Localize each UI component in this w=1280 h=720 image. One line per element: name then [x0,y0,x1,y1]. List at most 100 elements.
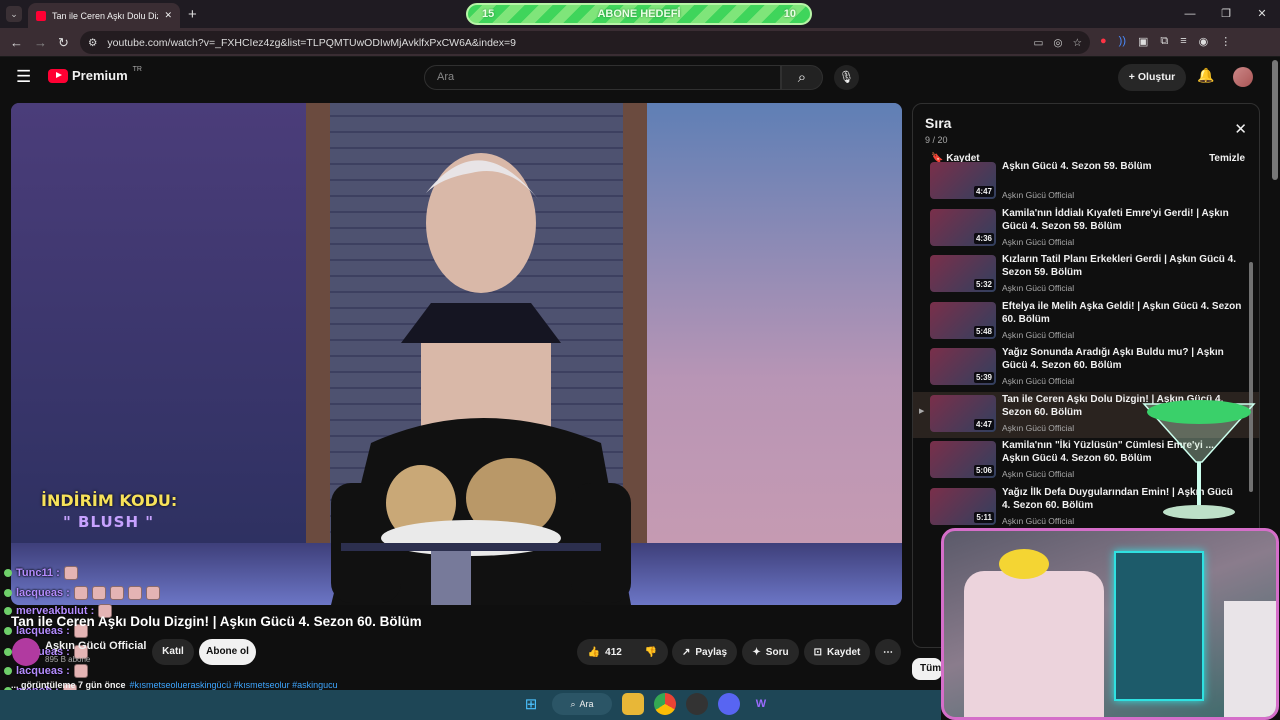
taskbar-search[interactable]: ⌕ Ara [552,693,612,715]
file-explorer-icon[interactable] [622,693,644,715]
like-icon[interactable]: 👍 [588,647,600,658]
playlist-thumbnail[interactable]: 5:06 [930,441,996,478]
region-code: TR [132,66,142,73]
discord-icon[interactable] [718,693,740,715]
more-actions-button[interactable]: ⋯ [875,639,901,665]
playlist-thumbnail[interactable]: 5:11 [930,487,996,525]
playlist-item[interactable]: 5:48 Eftelya ile Melih Aşka Geldi! | Aşkı… [913,299,1259,346]
share-button[interactable]: ↗ Paylaş [672,639,737,665]
playlist-item-channel: Aşkın Gücü Official [1002,515,1075,526]
bookmark-star-icon[interactable]: ☆ [1073,37,1082,49]
chat-emote-icon [145,586,160,600]
restore-icon[interactable]: ❐ [1208,0,1244,28]
join-button[interactable]: Katıl [152,639,194,665]
chat-badge-icon [4,589,12,597]
playlist-item[interactable]: 5:39 Yağız Sonunda Aradığı Aşkı Buldu mu?… [913,345,1259,392]
video-duration: 5:11 [974,511,994,523]
dislike-icon[interactable]: 👎 [645,647,657,658]
omnibox[interactable]: ⚙ youtube.com/watch?v=_FXHCIez4zg&list=T… [80,31,1090,54]
description-tags[interactable]: #kısmetseolueraskingücü #kısmetseolur #a… [130,680,338,690]
youtube-premium-logo[interactable]: Premium TR [48,66,142,83]
cast-icon[interactable]: ▭ [1033,37,1043,49]
browser-tab-bar: ⌄ Tan ile Ceren Aşkı Dolu Dizgin! | Aşkı… [0,0,1280,28]
notifications-bell-icon[interactable]: 🔔 [1197,67,1214,84]
chat-username: Tunc11 : [16,567,60,579]
playlist-item-title[interactable]: Kızların Tatil Planı Erkekleri Gerdi | A… [1002,253,1242,279]
playlist-thumbnail[interactable]: 5:48 [930,301,996,339]
save-icon: ⊡ [813,646,823,658]
forward-icon[interactable]: → [34,35,47,50]
close-playlist-icon[interactable]: ✕ [1234,120,1247,138]
now-playing-icon: ▶ [919,407,925,415]
profile-icon[interactable]: ◉ [1199,35,1209,48]
page-scrollbar[interactable] [1272,60,1278,180]
playlist-item[interactable]: 5:32 Kızların Tatil Planı Erkekleri Gerdi… [913,252,1259,299]
playlist-item-channel: Aşkın Gücü Official [1002,190,1075,200]
create-button[interactable]: + Oluştur [1118,64,1186,91]
search-input[interactable]: Ara [424,65,781,90]
chat-emote-icon [91,586,106,600]
promo-code-label: İNDİRİM KODU: [41,491,178,510]
account-avatar[interactable] [1233,67,1253,87]
plush-toy [999,549,1049,579]
reading-list-icon[interactable]: ≡ [1180,35,1186,48]
chip-all[interactable]: Tüm [912,658,942,680]
back-icon[interactable]: ← [10,35,23,50]
playlist-position: 9 / 20 [925,135,948,145]
minimize-icon[interactable]: — [1172,0,1208,28]
site-info-icon[interactable]: ⚙ [88,37,97,49]
new-tab-button[interactable]: + [188,6,197,23]
playlist-thumbnail[interactable]: 5:39 [930,348,996,385]
close-window-icon[interactable]: ✕ [1244,0,1280,28]
tab-search-button[interactable]: ⌄ [6,6,22,22]
subscribe-button[interactable]: Abone ol [199,639,256,665]
extensions-puzzle-icon[interactable]: ⧉ [1160,35,1168,48]
white-cabinet [1224,601,1276,717]
playlist-item-channel: Aşkın Gücü Official [1002,329,1075,340]
voice-search-button[interactable]: 🎙 [834,65,859,90]
playlist-item[interactable]: 4:36 Kamila'nın İddialı Kıyafeti Emre'yi … [913,206,1259,253]
gaming-chair [964,571,1104,717]
save-label: Kaydet [827,646,861,658]
browser-tab[interactable]: Tan ile Ceren Aşkı Dolu Dizgin! | Aşkın … [28,3,180,28]
hamburger-menu-icon[interactable]: ☰ [16,67,31,87]
subscriber-count: 895 B abone [45,655,91,664]
playlist-item-title[interactable]: Kamila'nın İddialı Kıyafeti Emre'yi Gerd… [1002,207,1242,233]
like-dislike-group[interactable]: 👍 412 👎 [577,639,668,665]
save-button[interactable]: ⊡ Kaydet [804,639,870,665]
extension-red-icon[interactable]: ● [1100,35,1107,48]
taskbar-icons: ⊞ ⌕ Ara W [520,693,772,715]
playlist-thumbnail[interactable]: 4:36 [930,208,996,246]
like-count: 412 [605,646,622,658]
chat-badge-icon [4,667,12,675]
windows-start-icon[interactable]: ⊞ [520,693,542,715]
ask-button[interactable]: ✦ Soru [742,639,799,665]
chat-username: lacqueas : [16,665,70,677]
channel-name[interactable]: Aşkın Gücü Official [45,640,146,652]
close-tab-icon[interactable]: ✕ [164,10,172,21]
extension-audio-icon[interactable]: )) [1119,35,1126,48]
chat-emote-icon [73,586,88,600]
playlist-item-title[interactable]: Yağız Sonunda Aradığı Aşkı Buldu mu? | A… [1002,346,1242,372]
playlist-thumbnail[interactable]: 5:32 [930,255,996,292]
playlist-thumbnail[interactable]: 4:47 [930,394,996,432]
search-button[interactable]: ⌕ [781,65,823,90]
reload-icon[interactable]: ↻ [58,35,69,51]
chat-emote-icon [109,586,124,600]
obs-icon[interactable] [686,693,708,715]
chat-emote-icon [127,586,142,600]
more-menu-icon[interactable]: ⋮ [1220,35,1231,48]
sparkle-icon: ✦ [752,646,761,658]
eye-off-icon[interactable]: ◎ [1053,37,1062,49]
playlist-thumbnail[interactable]: 4:47 [930,162,996,199]
app-w-icon[interactable]: W [750,693,772,715]
channel-avatar[interactable] [12,638,40,666]
logo-text: Premium [72,68,128,83]
playlist-item-title[interactable]: Eftelya ile Melih Aşka Geldi! | Aşkın Gü… [1002,300,1242,326]
playlist-item-title[interactable]: Aşkın Gücü 4. Sezon 59. Bölüm [1002,160,1242,173]
extension-icon[interactable]: ▣ [1138,35,1148,48]
ask-label: Soru [765,646,789,658]
video-player[interactable]: İNDİRİM KODU: " BLUSH " [11,103,902,605]
playlist-item[interactable]: 4:47 Aşkın Gücü 4. Sezon 59. Bölüm Aşkın G… [913,159,1259,206]
chrome-icon[interactable] [654,693,676,715]
